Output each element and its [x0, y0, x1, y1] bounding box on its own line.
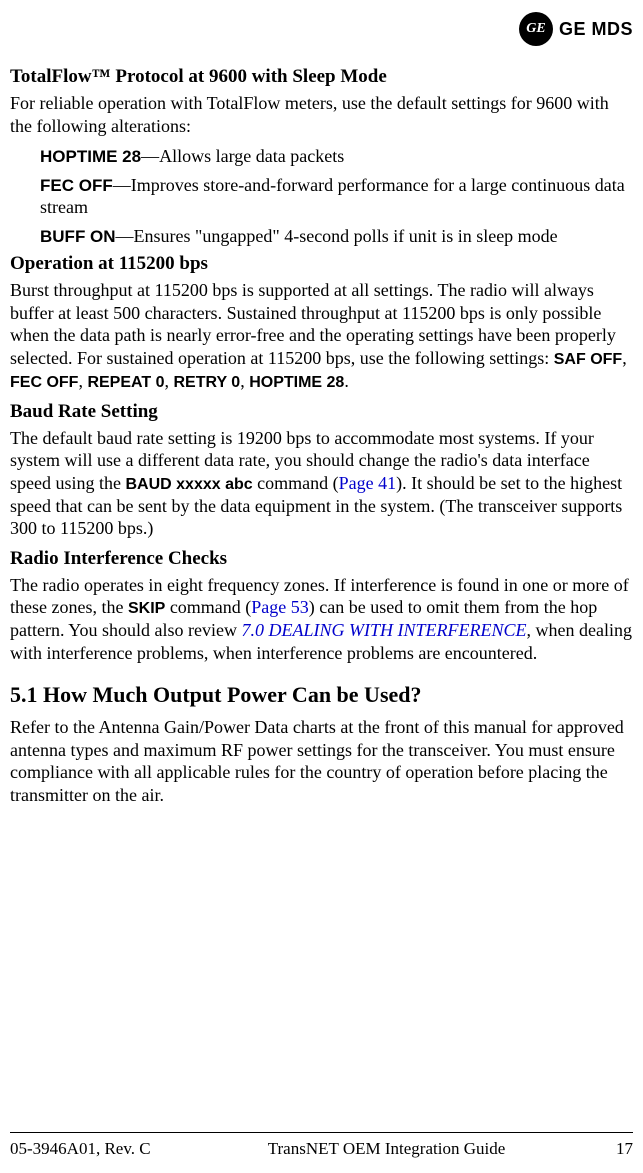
- heading-interference: Radio Interference Checks: [10, 548, 633, 570]
- text: command (: [165, 597, 251, 617]
- document-page: GE GE MDS TotalFlow™ Protocol at 9600 wi…: [0, 0, 643, 1173]
- intro-totalflow: For reliable operation with TotalFlow me…: [10, 92, 633, 137]
- cmd-baud: BAUD xxxxx abc: [125, 476, 252, 493]
- ge-monogram-icon: GE: [519, 12, 553, 46]
- setting-fec: FEC OFF—Improves store-and-forward perfo…: [40, 174, 633, 219]
- link-page-53[interactable]: Page 53: [251, 597, 309, 617]
- text: Burst throughput at 115200 bps is suppor…: [10, 280, 616, 368]
- footer-doc-title: TransNET OEM Integration Guide: [180, 1139, 593, 1159]
- body-baud: The default baud rate setting is 19200 b…: [10, 427, 633, 540]
- cmd-label: BUFF ON: [40, 227, 116, 246]
- text: command (: [253, 473, 339, 493]
- cmd-label: FEC OFF: [40, 176, 113, 195]
- sep: ,: [622, 348, 627, 368]
- cmd-desc: —Allows large data packets: [141, 146, 344, 166]
- sep: ,: [165, 371, 174, 391]
- page-header: GE GE MDS: [10, 12, 633, 46]
- footer-doc-id: 05-3946A01, Rev. C: [10, 1139, 180, 1159]
- page-content: TotalFlow™ Protocol at 9600 with Sleep M…: [10, 60, 633, 1132]
- link-section-7[interactable]: 7.0 DEALING WITH INTERFERENCE: [241, 620, 526, 640]
- cmd-repeat: REPEAT 0: [87, 374, 164, 391]
- cmd-desc: —Improves store-and-forward performance …: [40, 175, 625, 218]
- page-footer: 05-3946A01, Rev. C TransNET OEM Integrat…: [10, 1132, 633, 1159]
- setting-hoptime: HOPTIME 28—Allows large data packets: [40, 145, 633, 168]
- body-115200: Burst throughput at 115200 bps is suppor…: [10, 279, 633, 393]
- heading-output-power: 5.1 How Much Output Power Can be Used?: [10, 682, 633, 708]
- setting-buff: BUFF ON—Ensures "ungapped" 4-second poll…: [40, 225, 633, 248]
- heading-115200: Operation at 115200 bps: [10, 253, 633, 275]
- heading-baud: Baud Rate Setting: [10, 401, 633, 423]
- cmd-label: HOPTIME 28: [40, 147, 141, 166]
- brand-logo: GE GE MDS: [519, 12, 633, 46]
- brand-name: GE MDS: [559, 19, 633, 40]
- link-page-41[interactable]: Page 41: [339, 473, 397, 493]
- end: .: [344, 371, 349, 391]
- body-interference: The radio operates in eight frequency zo…: [10, 574, 633, 665]
- footer-page-number: 17: [593, 1139, 633, 1159]
- cmd-hoptime: HOPTIME 28: [249, 374, 344, 391]
- ge-monogram-text: GE: [526, 21, 545, 37]
- cmd-skip: SKIP: [128, 600, 165, 617]
- sep: ,: [240, 371, 249, 391]
- cmd-fec: FEC OFF: [10, 374, 78, 391]
- body-output-power: Refer to the Antenna Gain/Power Data cha…: [10, 716, 633, 806]
- cmd-saf: SAF OFF: [554, 351, 622, 368]
- cmd-desc: —Ensures "ungapped" 4-second polls if un…: [116, 226, 558, 246]
- cmd-retry: RETRY 0: [174, 374, 241, 391]
- heading-totalflow: TotalFlow™ Protocol at 9600 with Sleep M…: [10, 66, 633, 88]
